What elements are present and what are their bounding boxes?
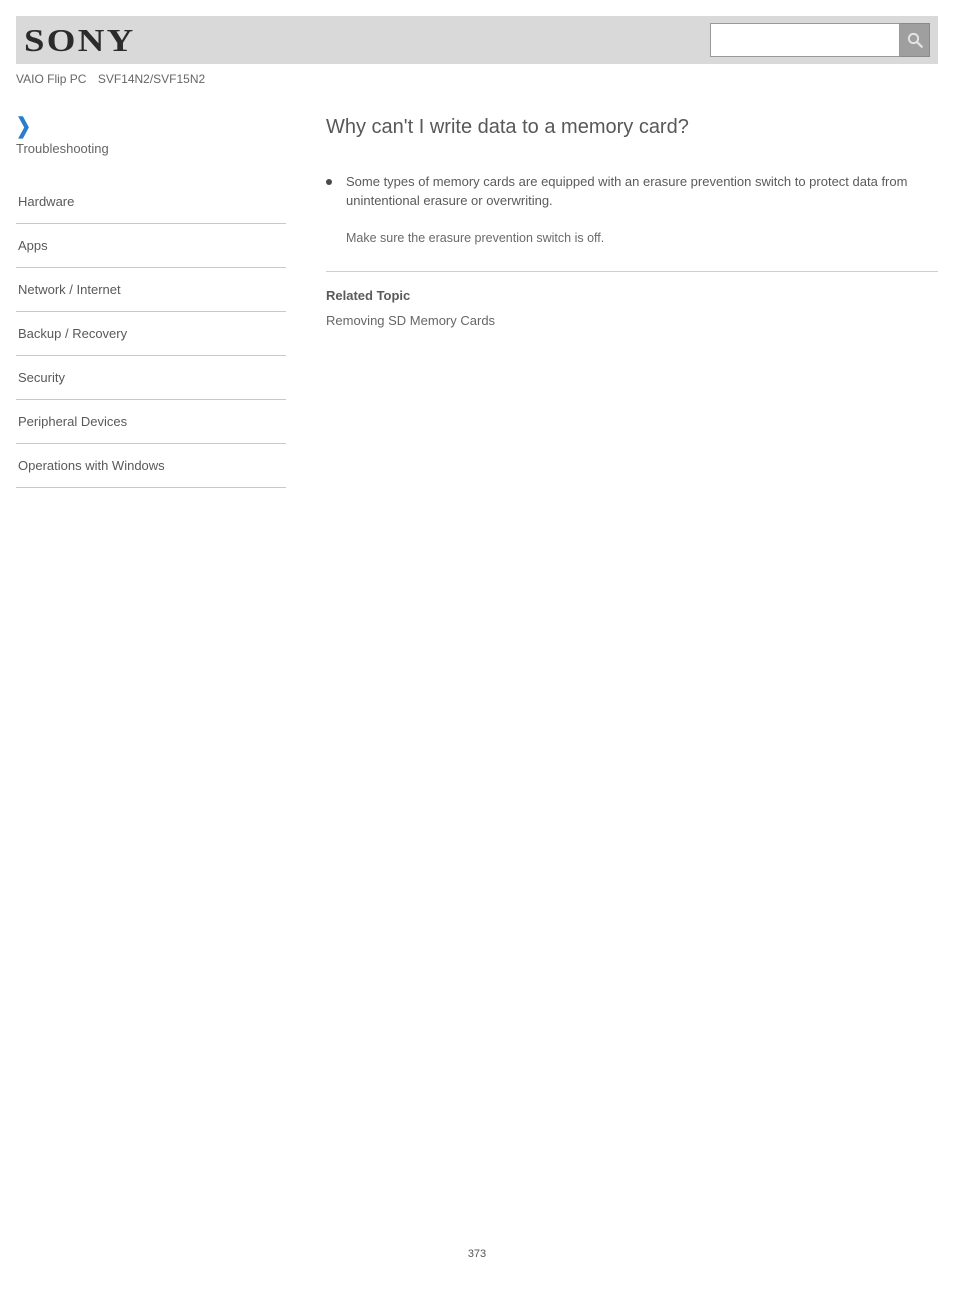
bullet-sub-text: Make sure the erasure prevention switch … <box>346 229 938 247</box>
header-bar: SONY <box>16 16 938 64</box>
search-icon <box>906 31 924 49</box>
sidebar-item-security[interactable]: Security <box>16 356 286 400</box>
related-link[interactable]: Removing SD Memory Cards <box>326 313 938 328</box>
search-button[interactable] <box>900 23 930 57</box>
product-row: VAIO Flip PC SVF14N2/SVF15N2 <box>16 72 938 86</box>
sidebar-list: Hardware Apps Network / Internet Backup … <box>16 180 286 488</box>
page-number: 373 <box>16 1248 938 1260</box>
troubleshooting-link[interactable]: Troubleshooting <box>16 141 286 156</box>
main-content: Why can't I write data to a memory card?… <box>316 116 938 488</box>
product-model: SVF14N2/SVF15N2 <box>98 72 205 86</box>
bullet-icon <box>326 179 332 185</box>
sidebar-item-operations-with-windows[interactable]: Operations with Windows <box>16 444 286 488</box>
brand-logo: SONY <box>24 22 135 59</box>
sidebar-item-apps[interactable]: Apps <box>16 224 286 268</box>
product-series: VAIO Flip PC <box>16 72 86 86</box>
sidebar-item-network-internet[interactable]: Network / Internet <box>16 268 286 312</box>
article-title: Why can't I write data to a memory card? <box>326 116 938 139</box>
search-input[interactable] <box>710 23 900 57</box>
sidebar: ❯ Troubleshooting Hardware Apps Network … <box>16 116 316 488</box>
sidebar-item-backup-recovery[interactable]: Backup / Recovery <box>16 312 286 356</box>
search-wrap <box>710 23 930 57</box>
bullet-row: Some types of memory cards are equipped … <box>326 173 938 211</box>
sidebar-item-hardware[interactable]: Hardware <box>16 180 286 224</box>
bullet-text: Some types of memory cards are equipped … <box>346 173 938 211</box>
chevron-right-icon: ❯ <box>16 114 31 139</box>
sidebar-item-peripheral-devices[interactable]: Peripheral Devices <box>16 400 286 444</box>
divider <box>326 271 938 272</box>
related-heading: Related Topic <box>326 288 938 303</box>
